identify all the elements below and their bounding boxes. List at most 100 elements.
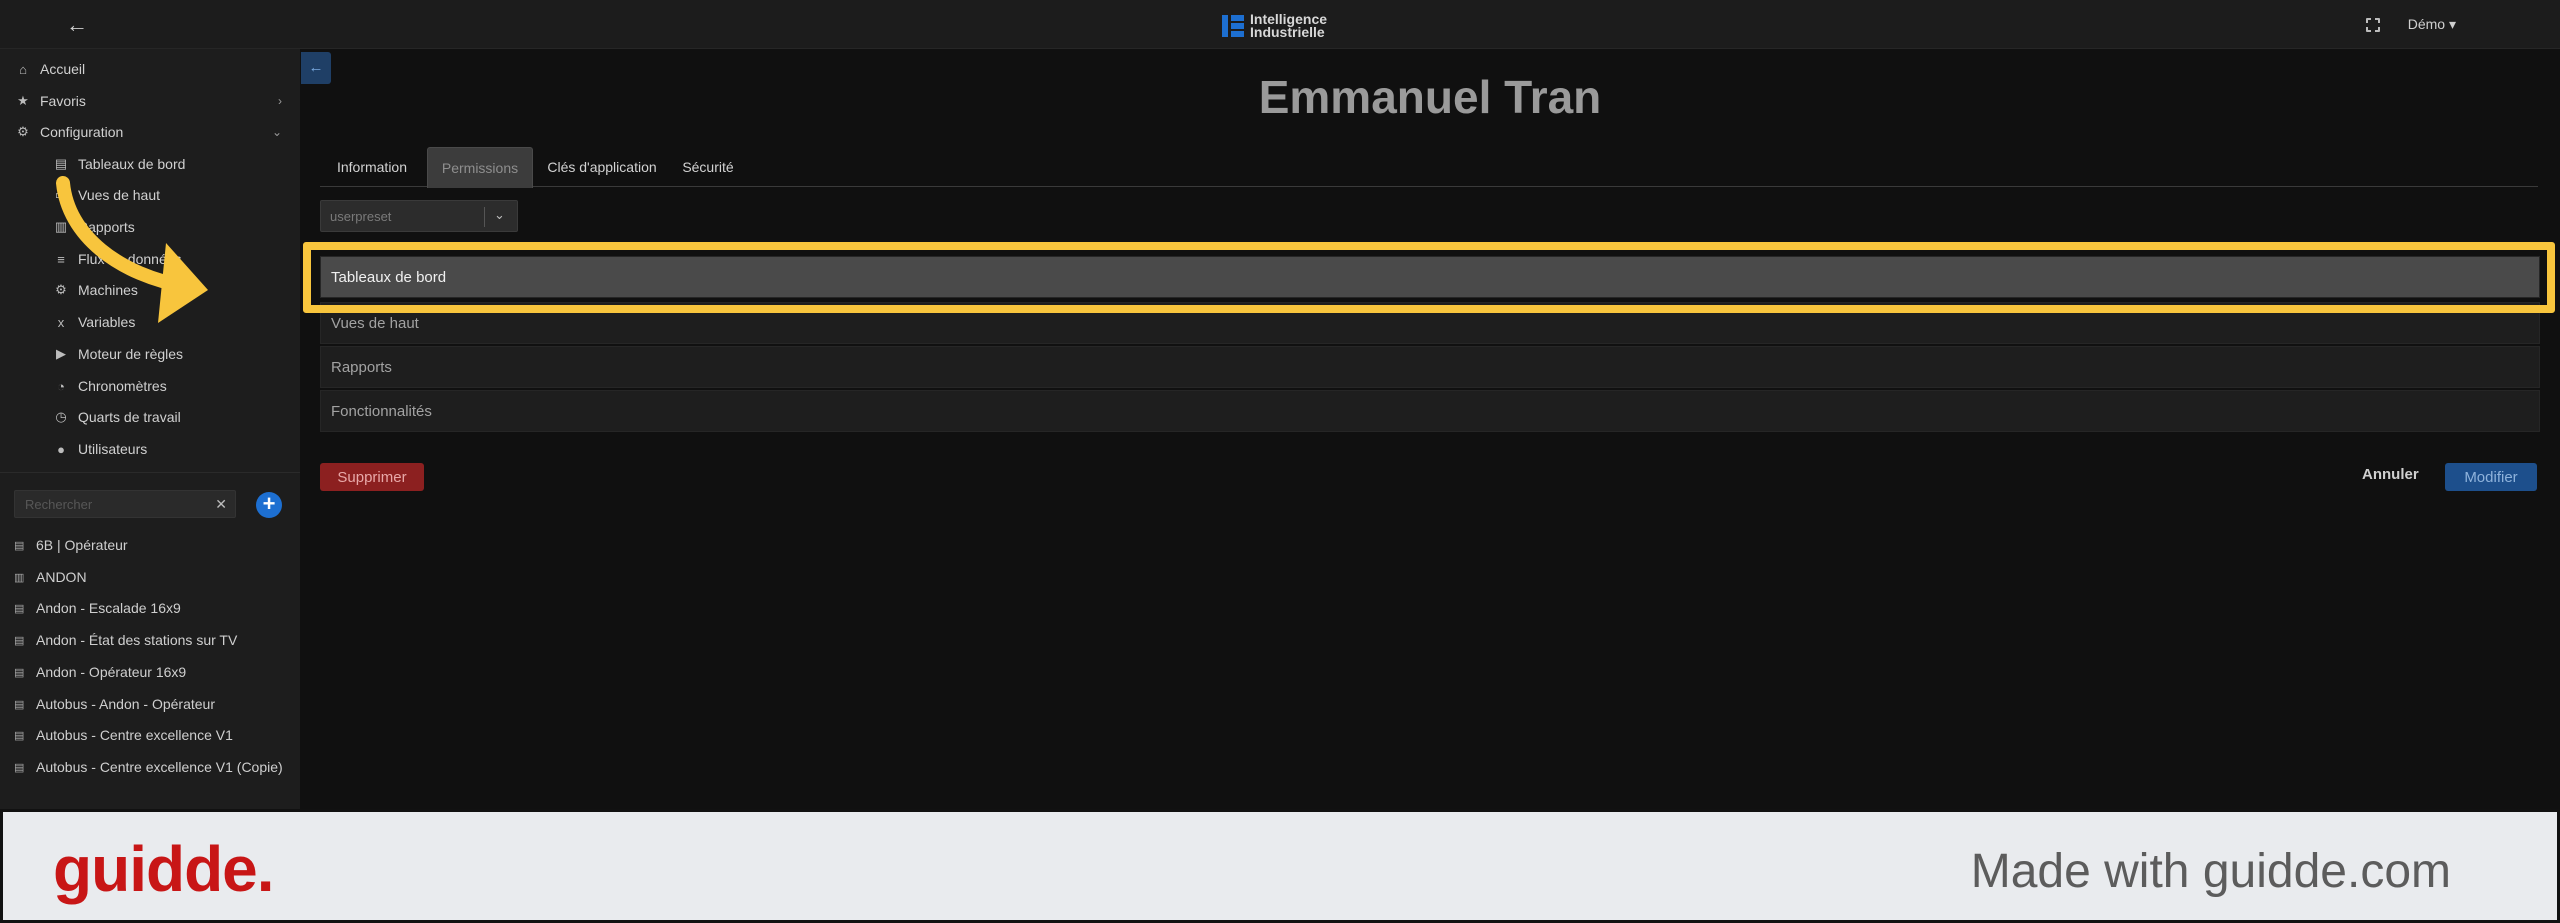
sidebar-item-moteur-de-regles[interactable]: ▶ Moteur de règles: [52, 339, 183, 369]
dashboard-icon: ▤: [14, 635, 25, 647]
play-icon: ▶: [56, 346, 66, 361]
sidebar-item-vues-de-haut[interactable]: ▭ Vues de haut: [52, 180, 160, 210]
sidebar-item-label: Quarts de travail: [78, 409, 181, 425]
permission-row-label: Vues de haut: [331, 314, 419, 332]
clear-icon[interactable]: ✕: [215, 496, 227, 513]
permission-row-label: Rapports: [331, 358, 392, 376]
sidebar-item-label: Rapports: [78, 219, 135, 235]
sidebar-item-label: Flux de données: [78, 251, 182, 267]
chevron-down-icon: ⌄: [271, 125, 282, 139]
permission-row-label: Tableaux de bord: [331, 268, 447, 286]
sidebar-item-quarts-de-travail[interactable]: ◷ Quarts de travail: [52, 402, 181, 432]
search-box: ✕: [14, 490, 236, 518]
sidebar-item-label: Accueil: [40, 61, 86, 77]
preset-select[interactable]: userpreset ⌄: [320, 200, 518, 232]
top-bar: ← Intelligence Industrielle Démo ▾: [0, 0, 2560, 49]
guidde-logo: guidde.: [53, 833, 275, 905]
cancel-button[interactable]: Annuler: [2362, 466, 2419, 483]
list-item-label: ANDON: [36, 569, 87, 585]
list-item[interactable]: ▤ Andon - État des stations sur TV: [14, 630, 284, 652]
database-icon: ≡: [57, 251, 65, 267]
search-input[interactable]: [15, 491, 205, 517]
list-item-label: Andon - État des stations sur TV: [36, 632, 238, 648]
sidebar-item-accueil[interactable]: ⌂ Accueil: [14, 54, 85, 84]
logo-mark-icon: [1222, 15, 1244, 37]
select-divider: [484, 207, 485, 227]
list-item[interactable]: ▤ Andon - Escalade 16x9: [14, 598, 284, 620]
gear-icon: ⚙: [17, 124, 29, 139]
sidebar-item-variables[interactable]: x Variables: [52, 307, 136, 337]
preset-value: userpreset: [330, 209, 392, 224]
list-item[interactable]: ▤ Autobus - Centre excellence V1 (Copie): [14, 757, 284, 779]
tab-permissions[interactable]: Permissions: [427, 147, 533, 188]
permission-row-vues-de-haut[interactable]: Vues de haut: [320, 302, 2540, 344]
list-item-label: Andon - Escalade 16x9: [36, 600, 181, 616]
dashboard-icon: ▤: [54, 156, 68, 171]
chevron-right-icon: ›: [278, 94, 282, 108]
sidebar-item-utilisateurs[interactable]: ● Utilisateurs: [52, 434, 147, 464]
sidebar-item-label: Configuration: [40, 124, 124, 140]
add-dashboard-button[interactable]: +: [256, 492, 282, 518]
modify-button[interactable]: Modifier: [2445, 463, 2537, 491]
list-item-label: 6B | Opérateur: [36, 537, 128, 553]
permission-row-rapports[interactable]: Rapports: [320, 346, 2540, 388]
stopwatch-icon: ◔: [57, 378, 65, 394]
footer-banner: guidde. Made with guidde.com: [0, 809, 2560, 923]
monitor-icon: ▭: [54, 187, 68, 202]
sidebar-item-favoris[interactable]: ★ Favoris ›: [14, 86, 300, 116]
chevron-down-icon: ⌄: [494, 207, 505, 222]
sidebar-item-label: Variables: [78, 314, 136, 330]
sidebar-item-chronometres[interactable]: ◔ Chronomètres: [52, 371, 167, 401]
variable-icon: x: [57, 314, 65, 330]
sidebar-item-flux-de-donnees[interactable]: ≡ Flux de données: [52, 244, 182, 274]
sidebar-item-label: Moteur de règles: [78, 346, 184, 362]
machines-icon: ⚙: [55, 282, 67, 297]
permission-row-fonctionnalites[interactable]: Fonctionnalités: [320, 390, 2540, 432]
dashboard-icon: ▤: [14, 762, 25, 774]
sidebar-item-machines[interactable]: ⚙ Machines: [52, 275, 138, 305]
dashboard-icon: ▤: [14, 603, 25, 615]
collapse-sidebar-button[interactable]: ←: [301, 52, 331, 84]
back-arrow-icon[interactable]: ←: [64, 12, 90, 38]
sidebar-item-label: Utilisateurs: [78, 441, 148, 457]
list-item[interactable]: ▤ Autobus - Centre excellence V1: [14, 725, 284, 747]
list-item-label: Autobus - Centre excellence V1 (Copie): [36, 759, 283, 775]
tab-bar: Information Permissions Clés d'applicati…: [320, 147, 2538, 188]
list-item[interactable]: ▤ Andon - Opérateur 16x9: [14, 662, 284, 684]
sidebar-item-label: Machines: [78, 282, 138, 298]
user-menu[interactable]: Démo ▾: [2408, 16, 2456, 33]
dashboard-icon: ▤: [14, 699, 25, 711]
home-icon: ⌂: [19, 61, 27, 77]
permission-row-tableaux-de-bord[interactable]: Tableaux de bord: [320, 256, 2540, 298]
fullscreen-icon[interactable]: [2364, 16, 2381, 33]
dashboard-icon: ▤: [14, 540, 25, 552]
logo-text-line2: Industrielle: [1250, 24, 1325, 40]
list-item-label: Andon - Opérateur 16x9: [36, 664, 187, 680]
dashboard-icon: ▤: [14, 667, 25, 679]
sidebar-item-label: Vues de haut: [78, 187, 160, 203]
tab-cles-application[interactable]: Clés d'application: [536, 147, 668, 188]
list-item[interactable]: ▥ ANDON: [14, 567, 284, 589]
sidebar-item-rapports[interactable]: ▥ Rapports: [52, 212, 135, 242]
sidebar-item-label: Chronomètres: [78, 378, 167, 394]
permission-row-label: Fonctionnalités: [331, 402, 432, 420]
dashboard-icon: ▤: [14, 730, 25, 742]
clock-icon: ◷: [55, 409, 67, 424]
tab-securite[interactable]: Sécurité: [671, 147, 745, 188]
star-icon: ★: [17, 93, 29, 108]
made-with-text: Made with guidde.com: [1970, 845, 2451, 898]
sidebar-item-label: Favoris: [40, 93, 86, 109]
report-icon: ▥: [54, 219, 68, 234]
sidebar-item-label: Tableaux de bord: [78, 156, 186, 172]
tab-information[interactable]: Information: [320, 147, 424, 188]
list-item[interactable]: ▤ 6B | Opérateur: [14, 535, 284, 557]
app-logo[interactable]: Intelligence Industrielle: [1222, 12, 1327, 40]
page-title: Emmanuel Tran: [1258, 71, 1602, 123]
list-item[interactable]: ▤ Autobus - Andon - Opérateur: [14, 694, 284, 716]
sidebar: ⌂ Accueil ★ Favoris › ⚙ Configuration ⌄ …: [0, 49, 300, 809]
sidebar-item-configuration[interactable]: ⚙ Configuration ⌄: [14, 117, 300, 147]
delete-button[interactable]: Supprimer: [320, 463, 424, 491]
list-item-label: Autobus - Centre excellence V1: [36, 727, 233, 743]
list-item-label: Autobus - Andon - Opérateur: [36, 696, 215, 712]
sidebar-item-tableaux-de-bord[interactable]: ▤ Tableaux de bord: [52, 149, 186, 179]
